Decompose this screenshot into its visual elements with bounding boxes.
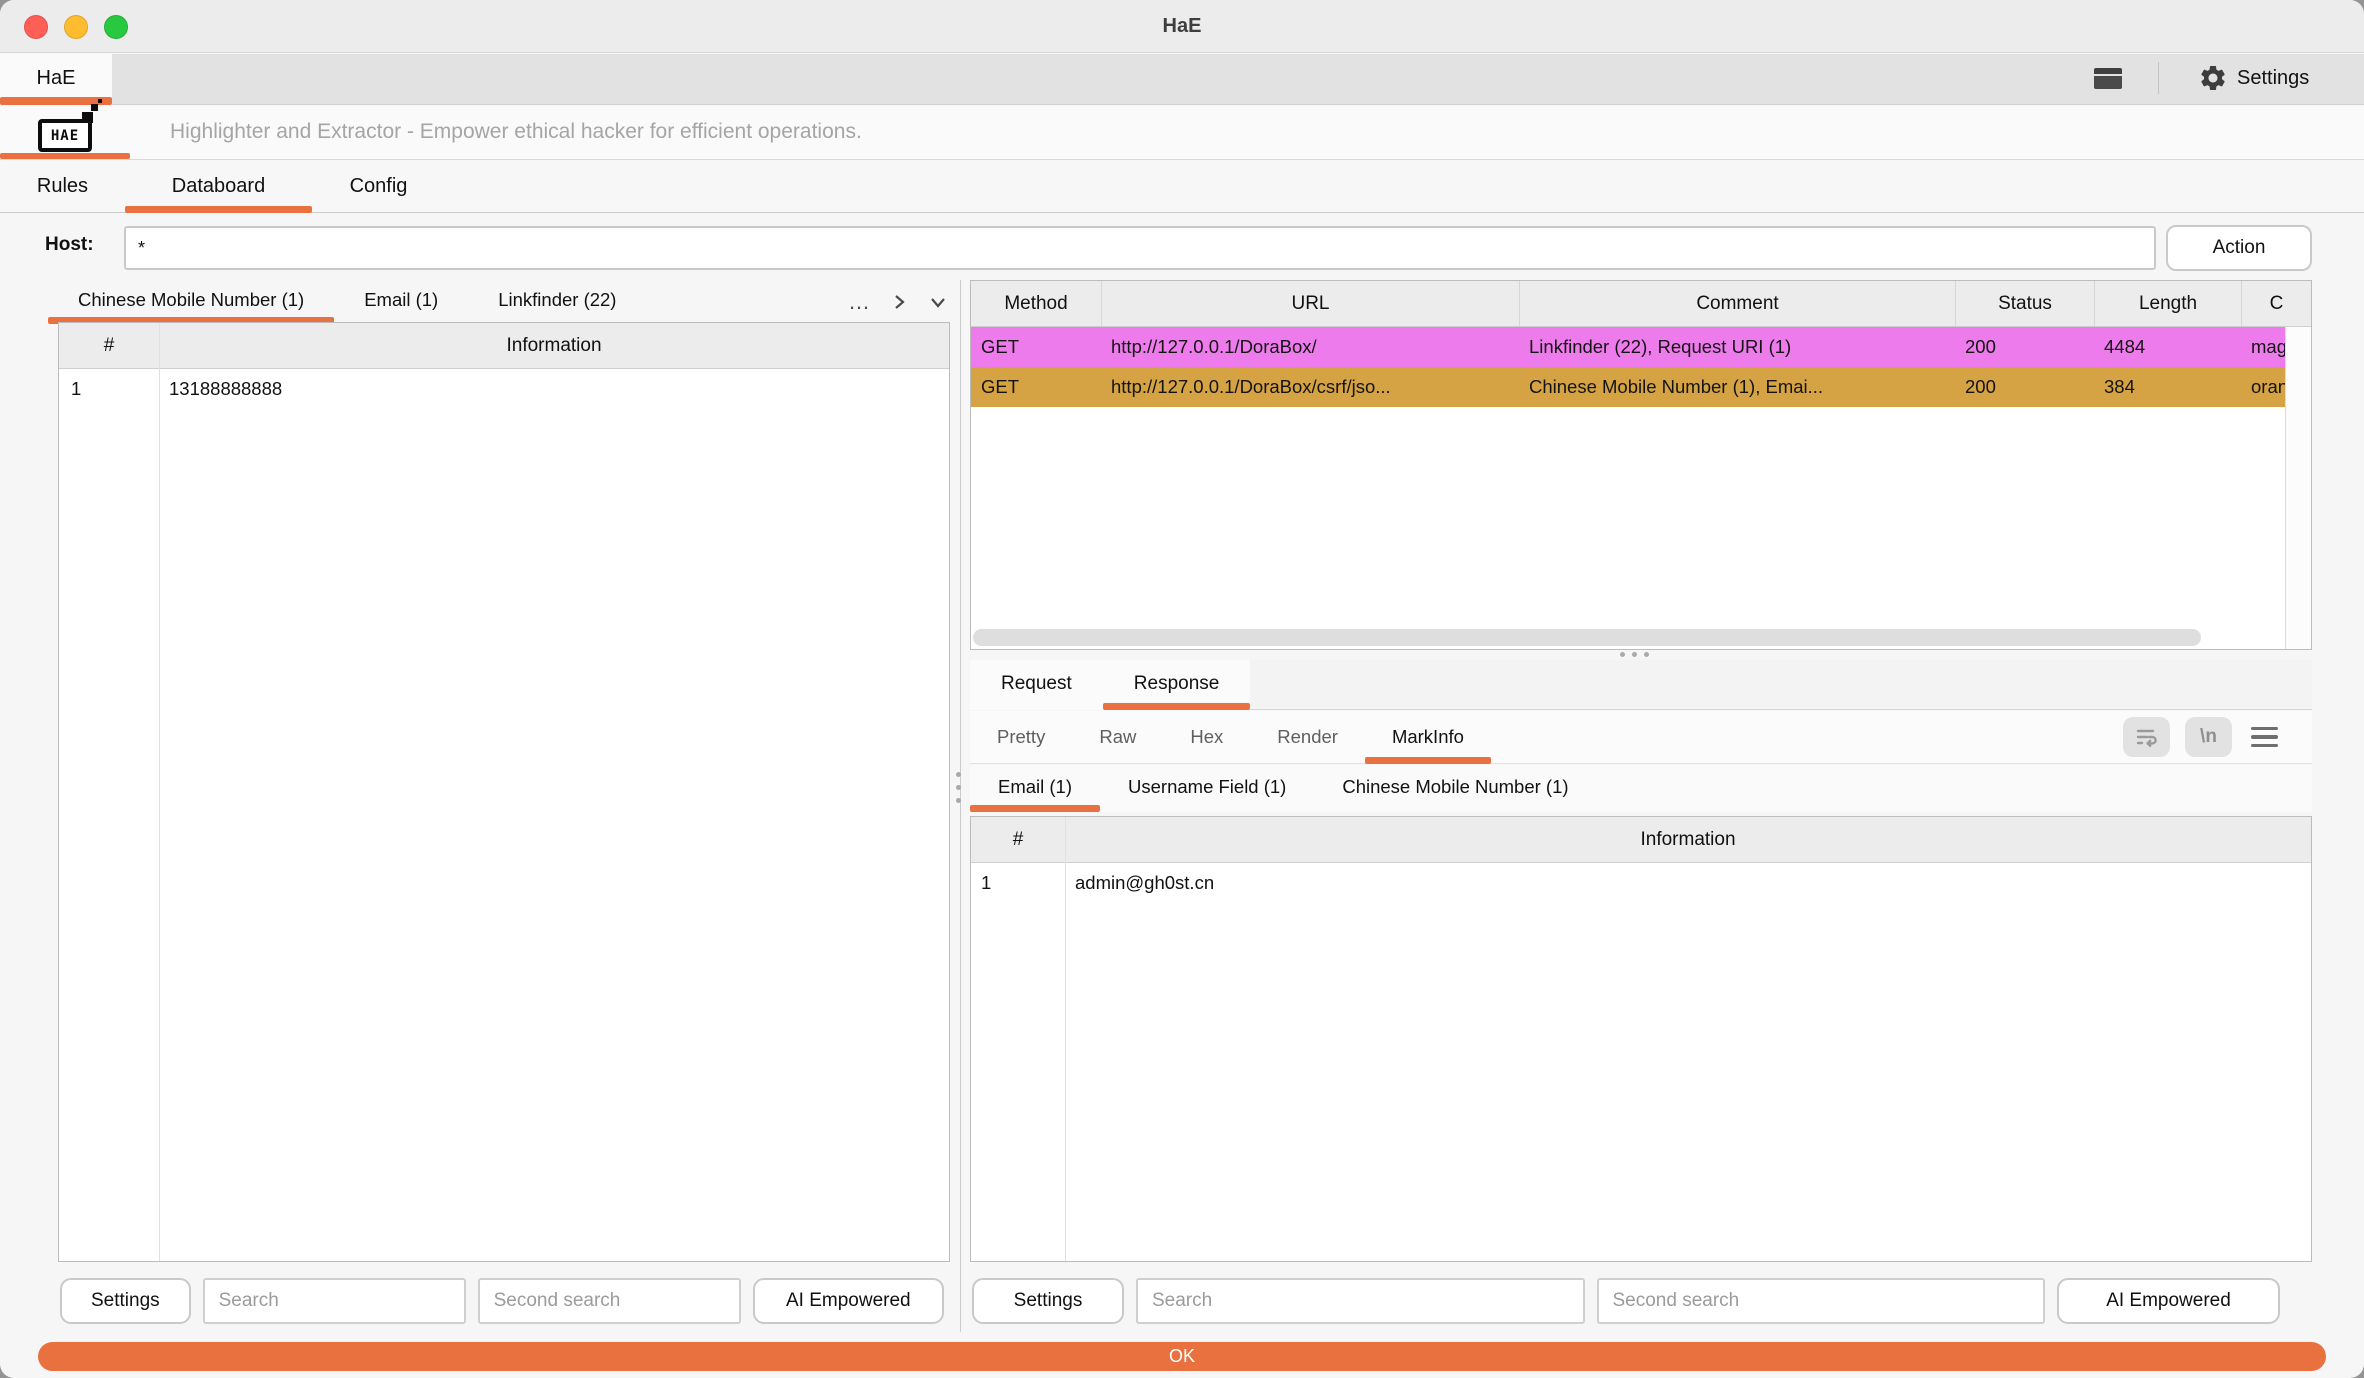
tab-response[interactable]: Response	[1103, 660, 1251, 710]
viewer-tabbar: Request Response	[970, 660, 2312, 710]
vertical-scrollbar-track[interactable]	[2285, 327, 2311, 649]
panel-splitter[interactable]	[960, 280, 961, 1332]
column-header-length: Length	[2094, 281, 2241, 326]
ok-button[interactable]: OK	[38, 1342, 2326, 1371]
newline-icon: \n	[2200, 726, 2217, 748]
titlebar: HaE	[0, 0, 2364, 53]
settings-button[interactable]: Settings	[2198, 60, 2309, 96]
table-row[interactable]: 1 admin@gh0st.cn	[971, 863, 2311, 903]
tab-linkfinder[interactable]: Linkfinder (22)	[468, 280, 646, 324]
splitter-handle[interactable]	[956, 772, 961, 803]
main-tabbar: HaE	[0, 54, 2364, 105]
mode-markinfo[interactable]: MarkInfo	[1365, 711, 1491, 764]
column-header-num: #	[59, 335, 159, 357]
tab-rules[interactable]: Rules	[0, 161, 125, 213]
left-settings-button[interactable]: Settings	[60, 1278, 191, 1324]
right-second-search-input[interactable]	[1597, 1278, 2046, 1324]
tab-chinese-mobile-number[interactable]: Chinese Mobile Number (1)	[48, 280, 334, 324]
layout-icon[interactable]	[2094, 68, 2122, 89]
tab-chinese-mobile-number-result[interactable]: Chinese Mobile Number (1)	[1314, 765, 1596, 812]
banner-active-indicator	[0, 153, 130, 159]
menu-icon[interactable]	[2247, 723, 2282, 752]
nav-tabbar: Rules Databoard Config	[0, 161, 2364, 213]
left-search-input[interactable]	[203, 1278, 466, 1324]
column-header-status: Status	[1955, 281, 2094, 326]
settings-label: Settings	[2237, 67, 2309, 90]
banner: HAE Highlighter and Extractor - Empower …	[0, 106, 2364, 160]
mode-render[interactable]: Render	[1250, 711, 1365, 764]
left-footer: Settings AI Empowered	[60, 1278, 944, 1324]
mode-hex[interactable]: Hex	[1163, 711, 1250, 764]
column-divider	[1065, 817, 1066, 1261]
viewer-mode-bar: Pretty Raw Hex Render MarkInfo \n	[970, 711, 2312, 764]
horizontal-scrollbar[interactable]	[973, 629, 2201, 646]
right-search-input[interactable]	[1136, 1278, 1585, 1324]
column-header-color: C	[2241, 281, 2311, 326]
left-result-tabs: Chinese Mobile Number (1) Email (1) Link…	[48, 280, 948, 324]
tab-username-field[interactable]: Username Field (1)	[1100, 765, 1314, 812]
host-label: Host:	[45, 234, 94, 256]
left-ai-empowered-button[interactable]: AI Empowered	[753, 1278, 944, 1324]
column-header-num: #	[971, 829, 1065, 851]
request-row[interactable]: GET http://127.0.0.1/DoraBox/csrf/jso...…	[971, 367, 2311, 407]
gear-icon	[2198, 63, 2228, 93]
newline-toggle-button[interactable]: \n	[2185, 717, 2232, 757]
left-info-table: # Information 1 13188888888	[58, 322, 950, 1262]
table-header: # Information	[971, 817, 2311, 863]
banner-subtitle: Highlighter and Extractor - Empower ethi…	[170, 106, 862, 160]
table-header: # Information	[59, 323, 949, 369]
column-divider	[159, 323, 160, 1261]
table-header: Method URL Comment Status Length C	[971, 281, 2311, 327]
left-second-search-input[interactable]	[478, 1278, 741, 1324]
chevron-down-icon[interactable]	[928, 293, 948, 311]
tab-request[interactable]: Request	[970, 660, 1103, 710]
column-header-comment: Comment	[1519, 281, 1955, 326]
mode-raw[interactable]: Raw	[1072, 711, 1163, 764]
request-row[interactable]: GET http://127.0.0.1/DoraBox/ Linkfinder…	[971, 327, 2311, 367]
column-header-information: Information	[159, 335, 949, 357]
right-footer: Settings AI Empowered	[972, 1278, 2280, 1324]
host-input[interactable]	[124, 226, 2156, 270]
word-wrap-button[interactable]	[2123, 717, 2170, 757]
tab-databoard[interactable]: Databoard	[125, 161, 312, 213]
column-header-method: Method	[971, 281, 1101, 326]
tab-email[interactable]: Email (1)	[334, 280, 468, 324]
markinfo-tabbar: Email (1) Username Field (1) Chinese Mob…	[970, 765, 2312, 812]
splitter-handle[interactable]	[1620, 652, 1649, 657]
window-title: HaE	[0, 0, 2364, 53]
tab-hae[interactable]: HaE	[0, 54, 112, 105]
hae-logo-text: HAE	[38, 119, 92, 152]
table-row[interactable]: 1 13188888888	[59, 369, 949, 409]
word-wrap-icon	[2135, 726, 2159, 748]
action-button[interactable]: Action	[2166, 225, 2312, 271]
tab-email-result[interactable]: Email (1)	[970, 765, 1100, 812]
tab-overflow-ellipsis[interactable]: …	[848, 287, 870, 317]
column-header-url: URL	[1101, 281, 1519, 326]
right-settings-button[interactable]: Settings	[972, 1278, 1124, 1324]
chevron-right-icon[interactable]	[890, 292, 908, 312]
markinfo-table: # Information 1 admin@gh0st.cn	[970, 816, 2312, 1262]
hae-logo-icon: HAE	[38, 112, 98, 154]
tab-config[interactable]: Config	[312, 161, 445, 213]
request-list-table: Method URL Comment Status Length C GET h…	[970, 280, 2312, 650]
mode-pretty[interactable]: Pretty	[970, 711, 1072, 764]
right-ai-empowered-button[interactable]: AI Empowered	[2057, 1278, 2280, 1324]
column-header-information: Information	[1065, 829, 2311, 851]
tabbar-divider	[2158, 62, 2159, 94]
hae-window: HaE HaE Settings HAE Highlighter and Ext…	[0, 0, 2364, 1378]
